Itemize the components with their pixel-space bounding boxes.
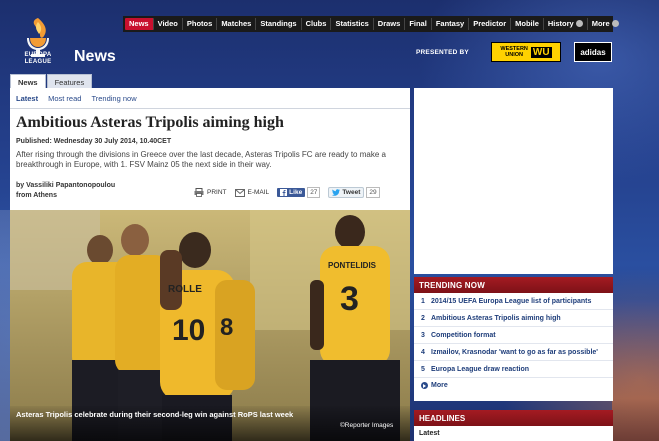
email-button[interactable]: E-MAIL [234,188,269,197]
article-photo[interactable]: 10 ROLLE 8 3 PONTELIDIS Asteras Tripolis… [10,210,410,441]
nav-clubs[interactable]: Clubs [302,18,332,30]
svg-text:PONTELIDIS: PONTELIDIS [328,261,377,270]
trending-title: TRENDING NOW [414,277,613,293]
chevron-down-icon [575,19,583,27]
adidas-logo[interactable]: adidas [574,42,612,62]
section-title: News [74,48,116,65]
tab-features[interactable]: Features [46,74,93,88]
byline-place: from Athens [16,192,57,199]
nav-standings[interactable]: Standings [256,18,302,30]
background-cityscape [612,300,659,441]
western-union-logo[interactable]: WESTERN UNION WU [491,42,561,62]
nav-final[interactable]: Final [405,18,432,30]
sub-navigation: Latest Most read Trending now [16,94,147,103]
trending-more-link[interactable]: More [414,378,613,393]
section-tabs: News Features [10,74,93,88]
subnav-latest[interactable]: Latest [16,94,38,103]
published-date: Published: Wednesday 30 July 2014, 10.40… [16,138,172,145]
logo-text: EUROPA LEAGUE [24,52,52,65]
print-button[interactable]: PRINT [194,188,227,197]
top-navigation: News Video Photos Matches Standings Club… [123,16,619,32]
chevron-down-icon [611,19,619,27]
facebook-like-button[interactable]: Like [277,188,306,197]
trending-item[interactable]: 2 Ambitious Asteras Tripolis aiming high [414,310,613,327]
tab-news[interactable]: News [10,74,46,88]
advertisement-area [414,88,613,274]
subnav-trending-now[interactable]: Trending now [91,94,136,103]
divider [10,108,410,109]
nav-draws[interactable]: Draws [374,18,406,30]
arrow-right-icon [421,382,428,389]
twitter-icon [332,189,341,196]
trending-item[interactable]: 4 Izmailov, Krasnodar 'want to go as far… [414,344,613,361]
headlines-panel: HEADLINES Latest [414,410,613,441]
nav-mobile[interactable]: Mobile [511,18,544,30]
byline: by Vassiliki Papantonopoulou from Athens [16,181,115,201]
headlines-title: HEADLINES [414,410,613,426]
facebook-icon [280,189,288,196]
tweet-count: 29 [366,187,380,198]
subnav-most-read[interactable]: Most read [48,94,81,103]
svg-text:ROLLE: ROLLE [168,284,202,295]
photo-caption: Asteras Tripolis celebrate during their … [16,410,294,419]
like-count: 27 [307,187,321,198]
nav-more[interactable]: More [588,18,623,30]
article-tools: PRINT E-MAIL Like 27 Tweet 29 [194,187,388,198]
article-headline: Ambitious Asteras Tripolis aiming high [16,114,284,131]
headlines-latest[interactable]: Latest [414,426,613,441]
presented-by-label: PRESENTED BY [416,49,469,56]
trending-item[interactable]: 1 2014/15 UEFA Europa League list of par… [414,293,613,310]
nav-history[interactable]: History [544,18,588,30]
svg-text:3: 3 [340,280,359,318]
trending-item[interactable]: 5 Europa League draw reaction [414,361,613,378]
nav-predictor[interactable]: Predictor [469,18,512,30]
nav-fantasy[interactable]: Fantasy [432,18,470,30]
article-panel: Latest Most read Trending now Ambitious … [10,88,410,441]
photo-credit: ©Reporter Images [340,422,394,429]
printer-icon [194,188,204,197]
envelope-icon [234,188,245,197]
trending-item[interactable]: 3 Competition format [414,327,613,344]
nav-photos[interactable]: Photos [183,18,218,30]
byline-author: by Vassiliki Papantonopoulou [16,182,116,189]
svg-text:10: 10 [172,314,205,347]
nav-statistics[interactable]: Statistics [331,18,374,30]
tweet-button[interactable]: Tweet [328,187,365,198]
nav-video[interactable]: Video [154,18,183,30]
svg-text:8: 8 [220,314,233,341]
nav-news[interactable]: News [125,18,154,30]
trending-now-panel: TRENDING NOW 1 2014/15 UEFA Europa Leagu… [414,277,613,401]
nav-matches[interactable]: Matches [217,18,257,30]
article-summary: After rising through the divisions in Gr… [16,150,386,169]
